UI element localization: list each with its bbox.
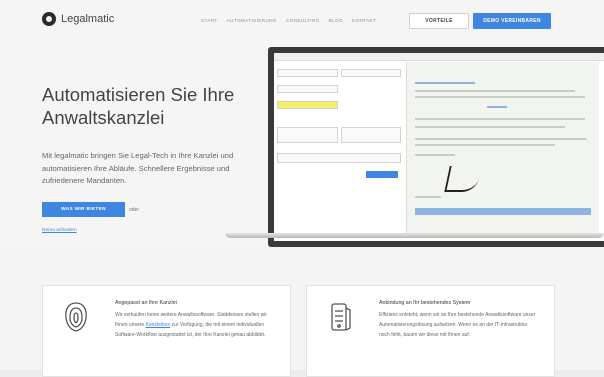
or-text: oder: [129, 207, 140, 213]
hero-headline-line-2: Anwaltskanzlei: [42, 107, 165, 128]
doc-line: [487, 106, 507, 108]
doc-line: [415, 118, 585, 120]
feature-text: Wir verkaufen keine weitere Anwaltssoftw…: [115, 310, 275, 340]
mock-field: [277, 153, 401, 163]
nav-item-kontakt[interactable]: KONTAKT: [352, 18, 376, 23]
hero-headline-line-1: Automatisieren Sie Ihre: [42, 84, 235, 105]
mock-field: [277, 127, 338, 143]
hero-description: Mit legalmatic bringen Sie Legal-Tech in…: [42, 151, 234, 185]
logo[interactable]: Legalmatic: [42, 12, 114, 26]
signature-icon: [444, 166, 482, 192]
doc-line: [415, 144, 555, 146]
logo-icon: [42, 12, 56, 26]
mock-submit-button: [366, 171, 398, 178]
laptop-screen-mockup: [268, 47, 604, 247]
kanzleibox-link[interactable]: Kanzleibox: [146, 322, 170, 328]
demo-button[interactable]: DEMO VEREINBAREN: [473, 13, 551, 29]
main-nav: START AUTOMATISIERUNG CONSULTING BLOG KO…: [201, 18, 376, 23]
nav-item-blog[interactable]: BLOG: [329, 18, 343, 23]
doc-line: [415, 96, 585, 98]
fingerprint-icon: [65, 302, 87, 332]
what-we-offer-button[interactable]: WAS WIR BIETEN: [42, 202, 125, 217]
nav-item-automatisierung[interactable]: AUTOMATISIERUNG: [227, 18, 277, 23]
screen-title-bar: [274, 53, 604, 61]
feature-card: Anbindung an Ihr bestehendes System Effi…: [306, 285, 555, 377]
doc-footer-bar: [415, 208, 591, 215]
feature-title: Angepasst an Ihre Kanzlei: [115, 300, 177, 306]
doc-line: [415, 90, 575, 92]
feature-card: Angepasst an Ihre Kanzlei Wir verkaufen …: [42, 285, 291, 377]
doc-line: [415, 154, 455, 156]
doc-line: [415, 138, 587, 140]
server-icon: [331, 303, 351, 331]
laptop-base: [225, 233, 604, 238]
mock-field: [340, 69, 401, 77]
doc-line: [415, 196, 441, 198]
doc-line: [415, 82, 475, 84]
mock-form: [277, 65, 401, 167]
hero-headline: Automatisieren Sie Ihre Anwaltskanzlei: [42, 83, 262, 129]
mock-document: [406, 62, 599, 234]
mock-field: [277, 69, 338, 77]
vorteile-button[interactable]: VORTEILE: [409, 13, 469, 29]
mock-field-highlighted: [277, 101, 338, 109]
demo-link[interactable]: Demo anfordern: [42, 228, 77, 233]
nav-item-consulting[interactable]: CONSULTING: [286, 18, 320, 23]
logo-text: Legalmatic: [61, 13, 115, 25]
mock-field: [340, 127, 401, 143]
site-header: Legalmatic START AUTOMATISIERUNG CONSULT…: [0, 0, 604, 40]
feature-text: Effiziens entsteht, wenn wir an Ihre bes…: [379, 312, 536, 338]
feature-title: Anbindung an Ihr bestehendes System: [379, 300, 471, 306]
doc-line: [415, 126, 565, 128]
nav-item-start[interactable]: START: [201, 18, 218, 23]
mock-field: [277, 85, 338, 93]
